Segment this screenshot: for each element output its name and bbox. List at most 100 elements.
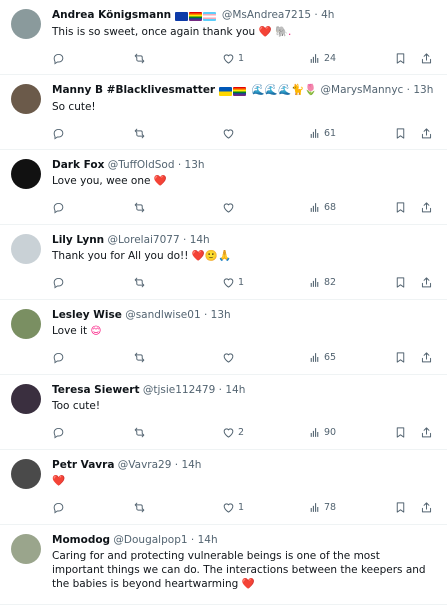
user-handle[interactable]: @MarysMannyc: [321, 84, 404, 96]
avatar[interactable]: [11, 84, 41, 114]
like-button[interactable]: 1: [222, 276, 308, 289]
share-button[interactable]: [420, 426, 433, 439]
bookmark-button[interactable]: [394, 127, 420, 140]
tweet[interactable]: Andrea Königsmann @MsAndrea7215 · 4h Thi…: [0, 0, 447, 75]
user-handle[interactable]: @TuffOldSod: [108, 159, 175, 171]
views-button[interactable]: 65: [308, 351, 394, 364]
views-icon: [308, 201, 321, 214]
tweet[interactable]: Dark Fox @TuffOldSod · 13h Love you, wee…: [0, 150, 447, 225]
tweet-body: Love it 😊: [52, 324, 435, 338]
share-icon: [420, 501, 433, 514]
bookmark-button[interactable]: [394, 426, 420, 439]
display-name[interactable]: Teresa Siewert: [52, 384, 139, 396]
reply-button[interactable]: [52, 501, 133, 514]
timestamp[interactable]: 13h: [185, 159, 205, 171]
bookmark-button[interactable]: [394, 501, 420, 514]
reply-button[interactable]: [52, 276, 133, 289]
bookmark-button[interactable]: [394, 276, 420, 289]
bookmark-button[interactable]: [394, 52, 420, 65]
avatar[interactable]: [11, 309, 41, 339]
like-button[interactable]: 1: [222, 52, 308, 65]
like-count: 1: [238, 52, 245, 64]
views-icon: [308, 276, 321, 289]
tweet[interactable]: Momodog @Dougalpop1 · 14h Caring for and…: [0, 525, 447, 605]
timestamp[interactable]: 4h: [321, 9, 334, 21]
like-button[interactable]: 2: [222, 426, 308, 439]
avatar[interactable]: [11, 459, 41, 489]
avatar[interactable]: [11, 9, 41, 39]
display-name[interactable]: Petr Vavra: [52, 459, 114, 471]
display-name[interactable]: Dark Fox: [52, 159, 104, 171]
like-button[interactable]: [222, 351, 308, 364]
display-name[interactable]: Lily Lynn: [52, 234, 104, 246]
timestamp[interactable]: 14h: [190, 234, 210, 246]
views-button[interactable]: 90: [308, 426, 394, 439]
tweet-emoji: ❤️: [153, 175, 167, 187]
views-button[interactable]: 68: [308, 201, 394, 214]
avatar[interactable]: [11, 384, 41, 414]
user-handle[interactable]: @MsAndrea7215: [222, 9, 311, 21]
user-handle[interactable]: @sandlwise01: [125, 309, 200, 321]
retweet-button[interactable]: [133, 501, 222, 514]
views-button[interactable]: 24: [308, 52, 394, 65]
share-button[interactable]: [420, 201, 433, 214]
share-button[interactable]: [420, 351, 433, 364]
reply-button[interactable]: [52, 127, 133, 140]
share-button[interactable]: [420, 127, 433, 140]
user-handle[interactable]: @Dougalpop1: [113, 534, 187, 546]
avatar[interactable]: [11, 234, 41, 264]
display-name[interactable]: Manny B #Blacklivesmatter: [52, 84, 215, 96]
tweet[interactable]: Teresa Siewert @tjsie112479 · 14h Too cu…: [0, 375, 447, 450]
user-handle[interactable]: @tjsie112479: [143, 384, 215, 396]
share-button[interactable]: [420, 276, 433, 289]
views-count: 61: [324, 127, 337, 139]
like-icon: [222, 127, 235, 140]
display-name[interactable]: Andrea Königsmann: [52, 9, 171, 21]
bookmark-button[interactable]: [394, 351, 420, 364]
timestamp[interactable]: 14h: [198, 534, 218, 546]
name-emoji: 🌊🌊🌊🐈🌷: [251, 84, 318, 96]
share-button[interactable]: [420, 52, 433, 65]
tweet[interactable]: Manny B #Blacklivesmatter 🌊🌊🌊🐈🌷 @MarysMa…: [0, 75, 447, 150]
reply-button[interactable]: [52, 52, 133, 65]
share-button[interactable]: [420, 501, 433, 514]
user-handle[interactable]: @Lorelai7077: [108, 234, 180, 246]
user-handle[interactable]: @Vavra29: [118, 459, 172, 471]
retweet-button[interactable]: [133, 426, 222, 439]
retweet-button[interactable]: [133, 276, 222, 289]
display-name[interactable]: Momodog: [52, 534, 110, 546]
timestamp[interactable]: 13h: [211, 309, 231, 321]
reply-button[interactable]: [52, 201, 133, 214]
display-name[interactable]: Lesley Wise: [52, 309, 122, 321]
tweet[interactable]: Lily Lynn @Lorelai7077 · 14h Thank you f…: [0, 225, 447, 300]
tweet[interactable]: Petr Vavra @Vavra29 · 14h ❤️ 1 78: [0, 450, 447, 525]
like-count: 2: [238, 426, 245, 438]
like-button[interactable]: [222, 127, 308, 140]
bookmark-icon: [394, 426, 407, 439]
timestamp[interactable]: 14h: [181, 459, 201, 471]
bookmark-icon: [394, 276, 407, 289]
timestamp[interactable]: 14h: [225, 384, 245, 396]
retweet-button[interactable]: [133, 351, 222, 364]
views-button[interactable]: 82: [308, 276, 394, 289]
retweet-button[interactable]: [133, 127, 222, 140]
like-button[interactable]: 1: [222, 501, 308, 514]
reply-button[interactable]: [52, 426, 133, 439]
separator-dot: ·: [203, 309, 208, 321]
reply-button[interactable]: [52, 351, 133, 364]
avatar[interactable]: [11, 159, 41, 189]
retweet-button[interactable]: [133, 52, 222, 65]
retweet-button[interactable]: [133, 201, 222, 214]
tweet-emoji: 😊: [90, 325, 102, 337]
share-icon: [420, 201, 433, 214]
views-button[interactable]: 61: [308, 127, 394, 140]
timestamp[interactable]: 13h: [413, 84, 433, 96]
views-button[interactable]: 78: [308, 501, 394, 514]
bookmark-button[interactable]: [394, 201, 420, 214]
transgender-flag-icon: [203, 11, 217, 21]
bookmark-icon: [394, 501, 407, 514]
like-button[interactable]: [222, 201, 308, 214]
tweet[interactable]: Lesley Wise @sandlwise01 · 13h Love it 😊: [0, 300, 447, 375]
avatar[interactable]: [11, 534, 41, 564]
separator-dot: ·: [174, 459, 179, 471]
